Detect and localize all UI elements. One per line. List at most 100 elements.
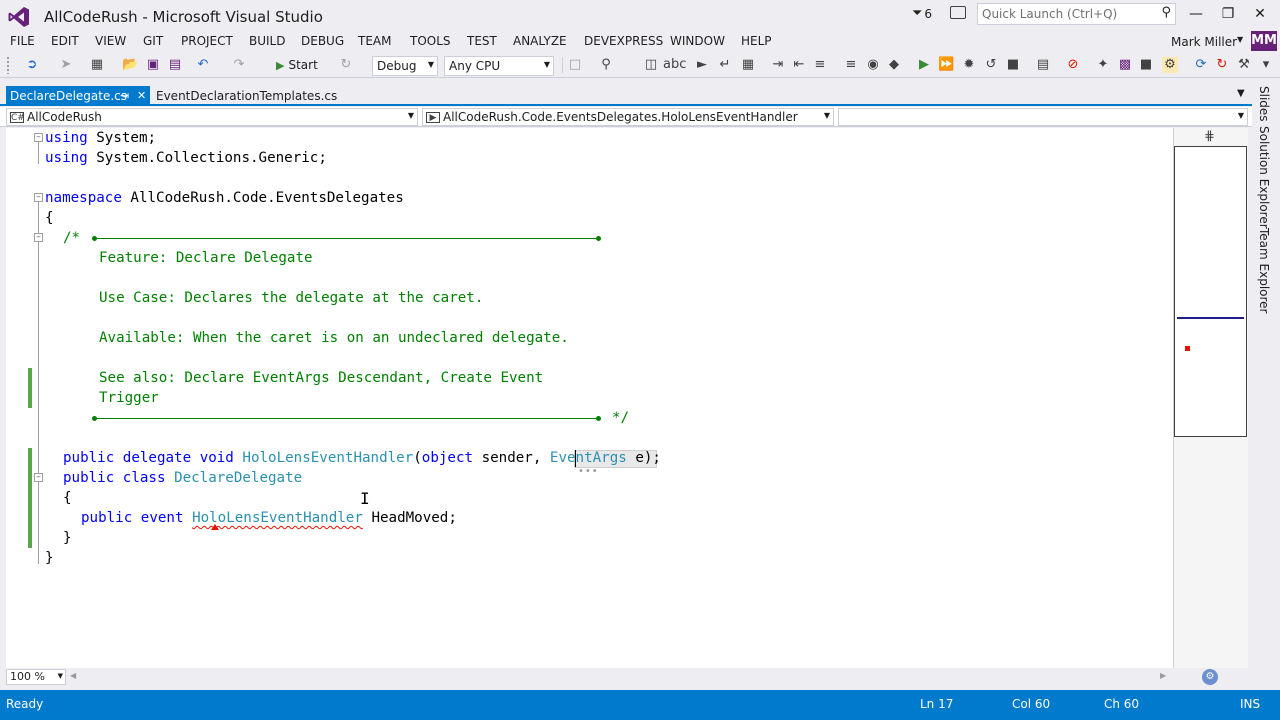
tab-eventdeclarationtemplates[interactable]: EventDeclarationTemplates.cs [152, 86, 341, 106]
horizontal-scrollbar[interactable]: 100 % ▼ ◀ ▶ [0, 668, 1252, 686]
menu-view[interactable]: VIEW [95, 34, 126, 48]
toolbar-grip[interactable] [6, 56, 10, 74]
tag-icon[interactable]: ◆ [886, 57, 902, 73]
menu-test[interactable]: TEST [467, 34, 497, 48]
break-icon[interactable]: ▤ [1035, 57, 1051, 73]
minimize-button[interactable]: — [1186, 6, 1206, 22]
pin-icon[interactable]: ⇥ [120, 89, 129, 102]
new-project-icon[interactable]: ▦ [89, 57, 105, 73]
tools-icon[interactable]: ⚒ [1236, 57, 1252, 73]
split-window-icon[interactable]: ⋕ [1204, 129, 1215, 144]
toolbar-separator [562, 57, 563, 73]
outdent-icon[interactable]: ⇤ [791, 57, 807, 73]
third-dropdown[interactable]: ▼ [838, 108, 1248, 126]
close-icon[interactable]: ✕ [137, 89, 146, 102]
keyword: namespace [45, 190, 122, 206]
run-icon[interactable]: ▶ [916, 57, 932, 73]
menu-build[interactable]: BUILD [249, 34, 285, 48]
side-tab-solution-explorer[interactable]: Solution Explorer [1257, 126, 1271, 229]
comment-icon[interactable]: ≡ [812, 57, 828, 73]
attach-icon[interactable]: □ [567, 57, 583, 73]
menu-git[interactable]: GIT [143, 34, 163, 48]
menu-tools[interactable]: TOOLS [410, 34, 451, 48]
tab-declaredelegate[interactable]: DeclareDelegate.cs ⇥ ✕ [6, 86, 150, 106]
chevron-down-icon[interactable]: ▼ [1237, 35, 1243, 44]
stop-icon[interactable]: ■ [1005, 57, 1021, 73]
open-file-icon[interactable]: 📂 [122, 57, 138, 73]
side-tab-team-explorer[interactable]: Team Explorer [1257, 228, 1271, 314]
run-all-icon[interactable]: ⏩ [938, 57, 954, 73]
scroll-left-icon[interactable]: ◀ [70, 671, 76, 680]
sync-icon[interactable]: ⟳ [1193, 57, 1209, 73]
error-marker-icon[interactable] [211, 524, 219, 530]
format-icon[interactable]: ≡ [843, 57, 859, 73]
line-numbers-icon[interactable]: ▦ [740, 57, 756, 73]
coderush-icon[interactable]: ⚙ [1162, 57, 1178, 73]
comment-decor-dot [596, 236, 601, 241]
undo-icon[interactable]: ↶ [195, 57, 211, 73]
reload-icon[interactable]: ↺ [983, 57, 999, 73]
menu-devexpress[interactable]: DEVEXPRESS [584, 34, 663, 48]
menu-file[interactable]: FILE [10, 34, 35, 48]
status-column: Col 60 [1012, 697, 1051, 711]
map-viewport-thumb[interactable] [1174, 146, 1247, 437]
no-entry-icon[interactable]: ⊘ [1065, 57, 1081, 73]
solution-icon[interactable]: ◫ [643, 57, 659, 73]
menu-team[interactable]: TEAM [358, 34, 391, 48]
find-in-files-icon[interactable]: ⚲ [598, 57, 614, 73]
refresh-icon[interactable]: ↻ [338, 57, 354, 73]
save-icon[interactable]: ▣ [145, 57, 161, 73]
start-debugging-button[interactable]: ▶ Start [276, 56, 318, 74]
refresh-red-icon[interactable]: ↻ [1214, 57, 1230, 73]
bookmark-icon[interactable]: ► [694, 57, 710, 73]
spell-check-icon[interactable]: abc [663, 57, 686, 73]
tab-overflow-icon[interactable]: ▼ [1237, 88, 1245, 99]
toolbar-overflow-icon[interactable]: ▾ [1258, 57, 1274, 73]
project-dropdown[interactable]: C# AllCodeRush ▼ [6, 108, 418, 126]
save-all-icon[interactable]: ▤ [167, 57, 183, 73]
bug-icon[interactable]: ✹ [961, 57, 977, 73]
side-tab-slides[interactable]: Slides [1257, 86, 1271, 122]
keyword: public [63, 450, 115, 466]
collapse-icon[interactable]: – [34, 473, 43, 482]
quick-launch-input[interactable]: Quick Launch (Ctrl+Q) ⚲ [977, 3, 1176, 25]
navigate-forward-icon[interactable]: ➤ [58, 57, 74, 73]
code-line-21: } [63, 530, 72, 546]
navigate-back-icon[interactable]: ➲ [24, 57, 40, 73]
type-name[interactable]: EventArgs [550, 450, 627, 466]
menu-window[interactable]: WINDOW [670, 34, 725, 48]
speech-icon[interactable]: ◉ [865, 57, 881, 73]
collapse-icon[interactable]: – [34, 193, 43, 202]
menu-bar: FILE EDIT VIEW GIT PROJECT BUILD DEBUG T… [0, 32, 1280, 52]
keyword: delegate [122, 450, 192, 466]
menu-analyze[interactable]: ANALYZE [513, 34, 567, 48]
wand-icon[interactable]: ✦ [1095, 57, 1111, 73]
coderush-status-icon[interactable]: ⚙ [1202, 669, 1218, 685]
smart-tag-icon[interactable]: ••• [578, 466, 599, 477]
notifications-button[interactable]: ⏷ 6 [912, 6, 932, 21]
menu-project[interactable]: PROJECT [181, 34, 233, 48]
platform-select[interactable]: Any CPU ▼ [444, 56, 554, 76]
maximize-button[interactable]: ❐ [1218, 6, 1238, 22]
feedback-icon[interactable] [950, 6, 966, 19]
configuration-select[interactable]: Debug ▼ [372, 56, 438, 76]
menu-help[interactable]: HELP [741, 34, 772, 48]
menu-edit[interactable]: EDIT [51, 34, 79, 48]
step-back-icon[interactable]: ↵ [717, 57, 733, 73]
zoom-select[interactable]: 100 % ▼ [6, 669, 66, 685]
refactor-icon[interactable]: ▩ [1117, 57, 1133, 73]
code-line-19: { [63, 490, 72, 506]
close-button[interactable]: ✕ [1250, 6, 1270, 22]
collapse-icon[interactable]: – [34, 133, 43, 142]
indent-icon[interactable]: ⇥ [770, 57, 786, 73]
code-editor[interactable]: – – – – using System; using System.Colle… [6, 128, 1173, 668]
avatar[interactable]: MM [1251, 31, 1277, 51]
toggle-icon[interactable]: ■ [1138, 57, 1154, 73]
member-dropdown[interactable]: ▶ AllCodeRush.Code.EventsDelegates.HoloL… [422, 108, 834, 126]
collapse-icon[interactable]: – [34, 233, 43, 242]
scroll-right-icon[interactable]: ▶ [1160, 671, 1166, 680]
menu-debug[interactable]: DEBUG [301, 34, 344, 48]
user-name[interactable]: Mark Miller [1171, 35, 1237, 49]
map-error-marker [1185, 346, 1190, 351]
redo-icon[interactable]: ↷ [231, 57, 247, 73]
